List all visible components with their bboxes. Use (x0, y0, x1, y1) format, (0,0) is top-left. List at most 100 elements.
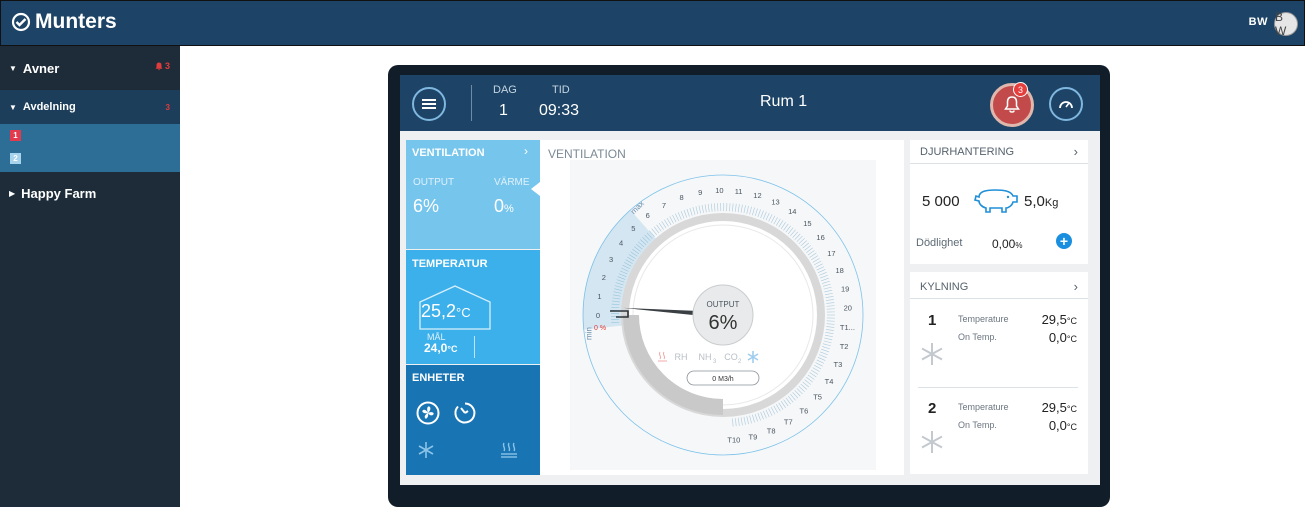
gauge-tick (821, 348, 829, 353)
gauge-tick (822, 283, 831, 287)
gauge-tick (704, 204, 707, 213)
gauge-tick (816, 266, 825, 271)
gauge-tick (749, 415, 752, 424)
sidebar-item-label: Happy Farm (21, 185, 97, 201)
gauge-tick (807, 250, 815, 256)
gauge-level-label: 1 (597, 292, 601, 301)
gauge-tick (824, 334, 833, 338)
gauge-tick (822, 343, 831, 347)
ventilation-gauge[interactable]: 0 1 2 3 4 5 6 7 8 9 10 11 12 13 14 15 16 17 18 19 20 T1... T2 T… (570, 160, 876, 470)
gauge-level-label: 8 (680, 193, 684, 202)
room-header: DAG 1 TID 09:33 Rum 1 3 (400, 75, 1100, 131)
menu-icon (422, 99, 436, 109)
card-title: DJURHANTERING (920, 146, 1015, 158)
on-temp-number: 0,0 (1048, 418, 1067, 433)
gauge-tick (783, 223, 789, 231)
gauge-tick (752, 414, 755, 423)
gauge-tick (815, 263, 823, 268)
room-item-1[interactable]: 1 (10, 130, 21, 141)
snowflake-icon[interactable] (417, 441, 435, 459)
sidebar-item-happy-farm[interactable]: ▶ Happy Farm (0, 183, 180, 203)
on-temp-value: 0,0°C (1027, 330, 1077, 345)
gauge-tick (812, 258, 820, 263)
brand[interactable]: Munters (11, 10, 117, 34)
gauge-min-label: min (584, 327, 593, 340)
gauge-tick (746, 416, 749, 425)
day-value: 1 (499, 102, 508, 119)
alarm-count: 3 (165, 102, 170, 112)
gauge-tick (775, 404, 781, 412)
gauge-tick (780, 401, 786, 409)
sidebar-item-avner[interactable]: ▼ Avner 3 (0, 58, 180, 78)
ventilation-card[interactable]: VENTILATION › OUTPUT VÄRME 6% 0% (406, 140, 540, 249)
room-title: Rum 1 (760, 93, 808, 110)
gauge-tick (773, 405, 778, 413)
gauge-level-label: 9 (698, 188, 702, 197)
gauge-tick (826, 305, 835, 307)
gauge-tick (754, 208, 758, 217)
gauge-tick (778, 402, 784, 410)
sidebar-item-avdelning[interactable]: ▼ Avdelning 3 (0, 90, 180, 124)
menu-button[interactable] (412, 87, 446, 121)
card-title: ENHETER (412, 372, 465, 384)
gauge-tick (695, 206, 699, 215)
gauge-tick (811, 255, 819, 261)
heat-value: 0% (494, 196, 514, 217)
caret-down-icon: ▼ (9, 102, 17, 112)
gauge-tick (714, 203, 716, 212)
gauge-level-label: 15 (803, 219, 811, 228)
gauge-tick (729, 203, 731, 212)
gauge-tick (822, 280, 830, 284)
alarm-count-badge: 3 (1013, 82, 1028, 97)
temperature-value: 29,5°C (1027, 312, 1077, 327)
gauge-tick (826, 323, 835, 325)
heat-number: 0 (494, 196, 505, 216)
temperature-card[interactable]: TEMPERATUR 25,2°C MÅL 24,0°C (406, 250, 540, 364)
heater-icon[interactable] (500, 441, 518, 459)
gauge-tick (735, 203, 737, 212)
on-temp-label: On Temp. (958, 420, 997, 430)
gauge-tick (765, 212, 770, 221)
gauge-co2-label: CO (724, 352, 738, 362)
gauge-tick (677, 212, 682, 220)
gauge-zero-percent: 0 % (594, 325, 606, 332)
temperature-label: Temperature (958, 402, 1009, 412)
cooling-card[interactable]: KYLNING › 1 Temperature 29,5°C On Temp. … (910, 272, 1088, 474)
gauge-tick (707, 203, 710, 212)
timer-icon[interactable] (453, 401, 477, 425)
gauge-tick (773, 217, 778, 225)
animal-handling-card[interactable]: DJURHANTERING › 5 000 5,0Kg Dödlighet 0,… (910, 140, 1088, 264)
gauge-tick (775, 218, 781, 226)
temperature-value: 29,5°C (1027, 400, 1077, 415)
gauge-tick (819, 354, 827, 358)
gauge-tick (768, 408, 773, 416)
on-temp-value: 0,0°C (1027, 418, 1077, 433)
alarm-count: 3 (164, 61, 170, 71)
avatar[interactable]: B W (1274, 10, 1298, 38)
dashboard-button[interactable] (1049, 87, 1083, 121)
animal-count: 5 000 (922, 193, 960, 210)
snowflake-icon (921, 343, 943, 365)
gauge-tick (826, 326, 835, 328)
gauge-tick (823, 340, 832, 344)
gauge-level-label: 2 (602, 273, 606, 282)
top-bar: Munters BW B W (0, 0, 1305, 46)
gauge-level-label: 4 (619, 239, 623, 248)
temperature-label: Temperature (958, 314, 1009, 324)
plus-icon[interactable]: + (1056, 233, 1072, 249)
gauge-level-label: T4 (825, 377, 834, 386)
gauge-tick (737, 204, 740, 213)
gauge-tick (824, 337, 833, 341)
mortality-label: Dödlighet (916, 237, 963, 249)
devices-card[interactable]: ENHETER (406, 365, 540, 475)
fan-icon[interactable] (416, 401, 440, 425)
on-temp-unit: °C (1066, 334, 1077, 344)
gauge-tick (746, 205, 749, 214)
gauge-tick (765, 409, 770, 418)
gauge-dial: 0123456789 10 11 121314151617181920T1...T2T… (582, 174, 864, 456)
bell-icon (155, 62, 163, 70)
room-item-2[interactable]: 2 (10, 153, 21, 164)
gauge-tick (757, 209, 761, 218)
gauge-tick (770, 407, 776, 415)
gauge-tick (732, 418, 734, 427)
